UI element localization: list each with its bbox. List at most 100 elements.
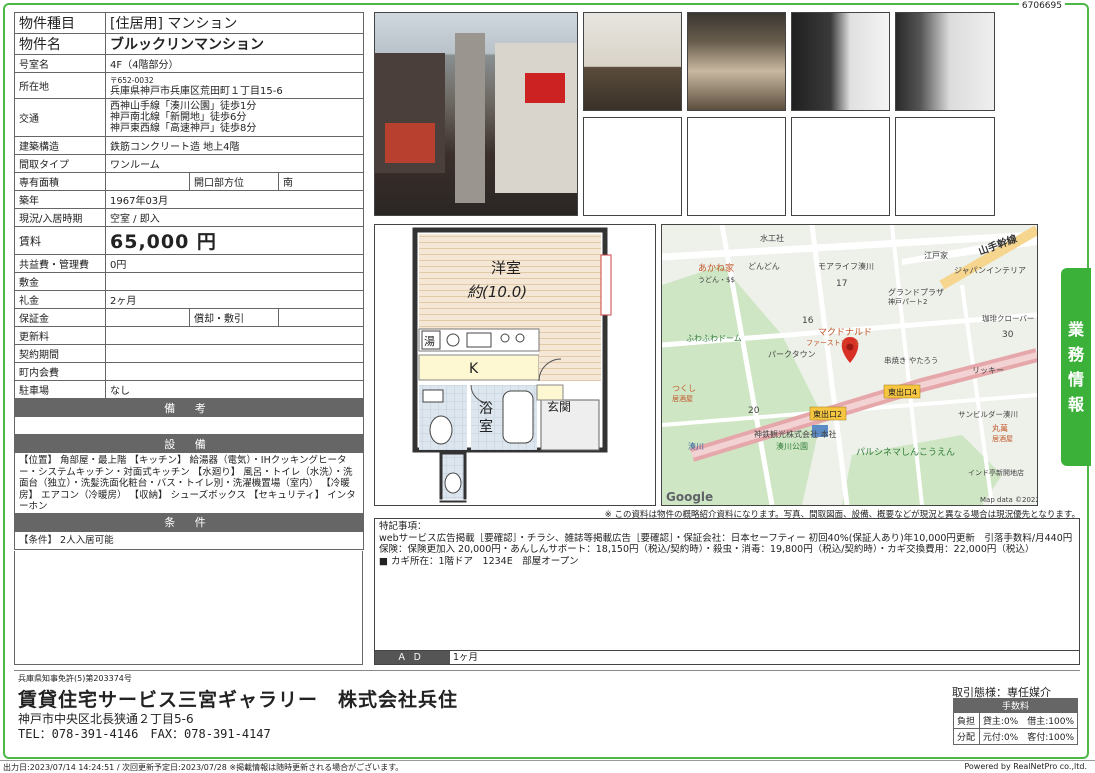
map-label-28: 神鉄観光株式会社 本社 [754,429,837,439]
floorplan-drawing: 洋室 約(10.0) K 浴 室 玄関 湯 [375,225,655,505]
name-label: 物件名 [14,33,106,55]
renewal-label: 更新料 [14,326,106,345]
transit-label: 交通 [14,98,106,137]
fp-entrance: 玄関 [547,399,571,414]
remarks-line-3: ■ カギ所在：1階ドア 1234E 部屋オープン [379,555,579,567]
renewal-value [104,326,365,345]
area-label: 専有面積 [14,172,106,191]
map-label-10: 珈琲クローバー [982,313,1034,323]
status-label: 現況/入居時期 [14,208,106,227]
map-label-24: 20 [748,406,760,416]
key-money-label: 礼金 [14,290,106,309]
fee-table: 手数料 負担 貸主:0% 借主:100% 分配 元付:0% 客付:100% [953,698,1079,745]
sheet-id: 6706695 [1018,1,1065,11]
map-label-17: パークタウン [768,350,816,359]
fee-row-label: 負担 [953,712,980,729]
address-label: 所在地 [14,72,106,99]
interior-photo-kitchen[interactable] [583,12,682,111]
fp-room-size: 約(10.0) [467,283,527,301]
license-number: 兵庫県知事免許(5)第203374号 [18,674,132,683]
built-value: 1967年03月 [104,190,365,209]
side-tab-char-3: 情 [1067,370,1084,389]
contract-label: 契約期間 [14,344,106,363]
empty-photo-slot-3 [791,117,890,216]
side-tab-char-4: 報 [1067,395,1084,414]
empty-photo-slot-4 [895,117,995,216]
deposit-label: 敷金 [14,272,106,291]
map-label-25: サンビルダー湊川 [958,409,1018,419]
notes-value [13,416,365,435]
deposit-value [104,272,365,291]
side-tab-char-2: 務 [1067,345,1084,364]
map-label-16: ファーストフ・$ [806,339,859,347]
ad-bar: ＡＤ 1ヶ月 [374,650,1080,665]
empty-photo-slot-2 [687,117,786,216]
floorplan[interactable]: 洋室 約(10.0) K 浴 室 玄関 湯 [374,224,656,506]
amortization-value [277,308,365,327]
remarks-line-2: 保険：保険更加入 20,000円・あんしんサポート：18,150円（税込/契約時… [379,544,1035,555]
property-name: ブルックリンマンション [104,33,365,55]
rent-value: 65,000 円 [104,226,365,255]
map-label-8: グランドプラザ [888,287,944,297]
map-label-15: マクドナルド [818,327,872,338]
address-value: 兵庫県神戸市兵庫区荒田町１丁目15-6 [110,85,283,97]
map-label-2: あかね家 [698,262,734,274]
fp-bath-1: 浴 [479,401,493,417]
built-label: 築年 [14,190,106,209]
type-label: 物件種目 [14,12,106,34]
fp-bath-2: 室 [479,418,493,435]
remarks-line-1: webサービス広告掲載［要確認］・チラシ、雑誌等掲載広告［要確認］・保証会社：日… [379,532,1075,544]
map-label-7: ジャパンインテリア [954,266,1026,275]
town-fee-label: 町内会費 [14,362,106,381]
transit-line-3: 神戸東西線「高速神戸」徒歩8分 [110,123,257,134]
area-value [105,172,190,191]
company-phone: TEL：078-391-4146 FAX：078-391-4147 [18,727,271,741]
remarks-heading: 特記事項： [379,521,427,532]
layout-value: ワンルーム [104,154,365,173]
powered-by: Powered by RealNetPro co.,ltd. [964,762,1087,771]
map-label-0: 水工社 [760,233,784,243]
interior-photo-room[interactable] [895,12,995,111]
direction-label: 開口部方位 [189,172,279,191]
equipment-heading: 設 備 [13,434,365,453]
bottom-bar: 出力日:2023/07/14 14:24:51 / 次回更新予定日:2023/0… [0,760,1095,773]
contract-value [104,344,365,363]
common-fee-label: 共益費・管理費 [14,254,106,273]
map-label-18: 串焼き やたろう [884,356,938,365]
business-info-tab[interactable]: 業 務 情 報 [1061,268,1091,466]
location-map[interactable]: 水工社 江戸家 あかね家 うどん・$$ どんどん モアライフ湊川 山手幹線 ジャ… [661,224,1038,506]
ad-label: ＡＤ [375,651,450,664]
fp-room-name: 洋室 [491,259,521,277]
layout-label: 間取タイプ [14,154,106,173]
parking-label: 駐車場 [14,380,106,399]
transit-line-2: 神戸南北線「新開地」徒歩6分 [110,112,247,123]
town-fee-value [104,362,365,381]
interior-photo-washroom[interactable] [791,12,890,111]
map-label-22: 東出口4 [888,387,917,397]
map-label-5: モアライフ湊川 [818,261,874,271]
conditions-area [14,551,363,665]
property-table: 物件種目 [住居用] マンション 物件名 ブルックリンマンション 号室名 4F（… [13,12,365,550]
map-label-12: 16 [802,316,814,326]
notes-heading: 備 考 [13,398,365,417]
building-photo[interactable] [374,12,578,216]
address-cell: 〒652-0032 兵庫県神戸市兵庫区荒田町１丁目15-6 [104,72,365,99]
room-value: 4F（4階部分） [104,54,365,73]
map-google-logo: Google [666,490,713,504]
interior-photo-bath[interactable] [687,12,786,111]
rent-label: 賃料 [14,226,106,255]
map-label-3: うどん・$$ [698,276,735,284]
building-photo-art [375,33,577,203]
transit-cell: 西神山手線「湊川公園」徒歩1分 神戸南北線「新開地」徒歩6分 神戸東西線「高速神… [104,98,365,137]
parking-value: なし [104,380,365,399]
map-label-20: つくし [672,384,696,393]
map-label-13: 30 [1002,330,1014,340]
equipment-value: 【位置】 角部屋・最上階 【キッチン】 給湯器（電気）・IHクッキングヒーター・… [13,452,365,514]
fee-row-label: 分配 [953,728,980,745]
direction-value: 南 [277,172,365,191]
map-label-4: どんどん [748,262,780,271]
map-drawing: 水工社 江戸家 あかね家 うどん・$$ どんどん モアライフ湊川 山手幹線 ジャ… [662,225,1037,505]
footer-divider [14,670,1080,671]
structure-value: 鉄筋コンクリート造 地上4階 [104,136,365,155]
map-label-32: インド亭新開地店 [968,468,1024,477]
